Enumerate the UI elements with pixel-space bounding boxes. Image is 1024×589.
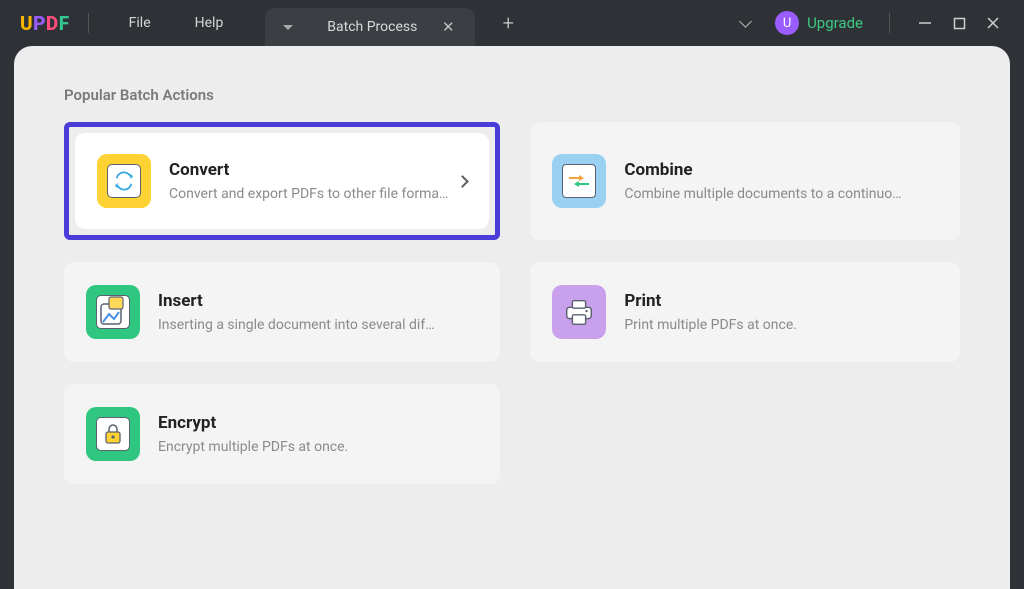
tab-label: Batch Process — [305, 19, 439, 35]
window-maximize-button[interactable] — [942, 6, 976, 40]
upgrade-button[interactable]: Upgrade — [807, 14, 863, 32]
minimize-icon — [918, 16, 932, 30]
card-desc: Encrypt multiple PDFs at once. — [158, 439, 478, 455]
maximize-icon — [953, 17, 966, 30]
new-tab-button[interactable]: + — [491, 11, 525, 35]
close-icon — [986, 16, 1000, 30]
tab-menu-icon[interactable] — [283, 25, 293, 30]
window-close-button[interactable] — [976, 6, 1010, 40]
tab-close-icon[interactable]: ✕ — [439, 18, 457, 36]
titlebar-right: U Upgrade — [725, 6, 1024, 40]
card-title: Insert — [158, 291, 478, 311]
convert-icon — [97, 154, 151, 208]
card-desc: Print multiple PDFs at once. — [624, 317, 938, 333]
menu-file[interactable]: File — [129, 15, 151, 31]
insert-icon — [86, 285, 140, 339]
window-minimize-button[interactable] — [908, 6, 942, 40]
card-title: Combine — [624, 160, 938, 180]
chevron-right-icon — [456, 175, 469, 188]
chevron-down-icon — [739, 15, 752, 28]
card-desc: Inserting a single document into several… — [158, 317, 478, 333]
print-icon — [552, 285, 606, 339]
section-title: Popular Batch Actions — [64, 86, 960, 104]
card-convert[interactable]: Convert Convert and export PDFs to other… — [64, 122, 500, 240]
overflow-button[interactable] — [725, 20, 765, 26]
menu-help[interactable]: Help — [195, 15, 224, 31]
encrypt-icon — [86, 407, 140, 461]
card-combine[interactable]: Combine Combine multiple documents to a … — [530, 122, 960, 240]
tabbar: Batch Process ✕ + — [265, 0, 525, 46]
card-desc: Convert and export PDFs to other file fo… — [169, 186, 448, 202]
card-encrypt[interactable]: Encrypt Encrypt multiple PDFs at once. — [64, 384, 500, 484]
content-area: Popular Batch Actions Convert — [14, 46, 1010, 589]
combine-icon — [552, 154, 606, 208]
card-title: Print — [624, 291, 938, 311]
divider — [88, 13, 89, 33]
card-title: Convert — [169, 160, 448, 180]
action-grid: Convert Convert and export PDFs to other… — [64, 122, 960, 484]
tab-batch-process[interactable]: Batch Process ✕ — [265, 8, 475, 46]
avatar[interactable]: U — [775, 11, 799, 35]
card-convert-inner: Convert Convert and export PDFs to other… — [75, 133, 489, 229]
card-desc: Combine multiple documents to a continuo… — [624, 186, 938, 202]
card-title: Encrypt — [158, 413, 478, 433]
divider — [889, 13, 890, 33]
app-logo: UPDF — [20, 12, 70, 35]
card-insert[interactable]: Insert Inserting a single document into … — [64, 262, 500, 362]
titlebar: UPDF File Help Batch Process ✕ + U Upgra… — [0, 0, 1024, 46]
card-print[interactable]: Print Print multiple PDFs at once. — [530, 262, 960, 362]
